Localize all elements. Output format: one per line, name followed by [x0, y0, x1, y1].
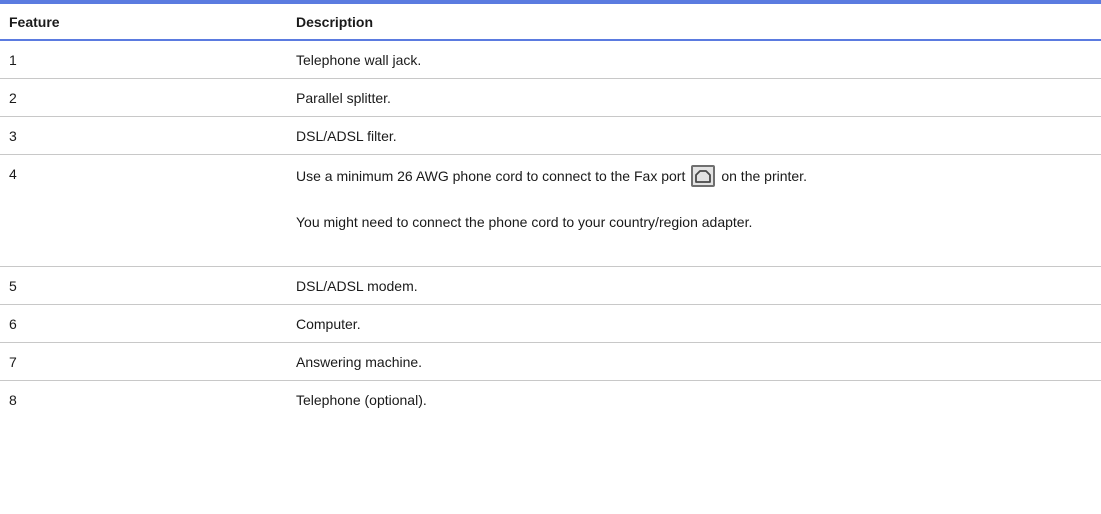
feature-description: DSL/ADSL filter.	[296, 127, 397, 144]
header-feature: Feature	[9, 13, 60, 30]
feature-description: Telephone wall jack.	[296, 51, 422, 68]
feature-description: Answering machine.	[296, 353, 423, 370]
table-row: 3 DSL/ADSL filter.	[0, 117, 1101, 155]
feature-description: Parallel splitter.	[296, 89, 391, 106]
table-header-row: Feature Description	[0, 4, 1101, 41]
feature-number: 7	[9, 353, 17, 370]
table-row: 8 Telephone (optional).	[0, 381, 1101, 419]
fax-port-icon	[691, 165, 716, 187]
table-row: 7 Answering machine.	[0, 343, 1101, 381]
feature-number: 5	[9, 277, 17, 294]
feature-number: 3	[9, 127, 17, 144]
description-main-line: Use a minimum 26 AWG phone cord to conne…	[296, 165, 1101, 187]
feature-number: 1	[9, 51, 17, 68]
table-row: 5 DSL/ADSL modem.	[0, 267, 1101, 305]
feature-number: 8	[9, 392, 17, 408]
description-text-after-icon: on the printer.	[721, 168, 807, 184]
feature-description: Telephone (optional).	[296, 392, 427, 408]
feature-number: 2	[9, 89, 17, 106]
header-description: Description	[296, 13, 374, 30]
feature-number: 6	[9, 315, 17, 332]
table-row: 2 Parallel splitter.	[0, 79, 1101, 117]
description-text-before-icon: Use a minimum 26 AWG phone cord to conne…	[296, 168, 686, 184]
feature-description: Computer.	[296, 315, 361, 332]
table-row: 1 Telephone wall jack.	[0, 41, 1101, 79]
feature-description: Use a minimum 26 AWG phone cord to conne…	[296, 165, 1101, 231]
description-note: You might need to connect the phone cord…	[296, 214, 753, 230]
feature-number: 4	[9, 166, 17, 182]
feature-table: Feature Description 1 Telephone wall jac…	[0, 0, 1101, 419]
table-row: 4 Use a minimum 26 AWG phone cord to con…	[0, 155, 1101, 267]
feature-description: DSL/ADSL modem.	[296, 277, 418, 294]
table-row: 6 Computer.	[0, 305, 1101, 343]
